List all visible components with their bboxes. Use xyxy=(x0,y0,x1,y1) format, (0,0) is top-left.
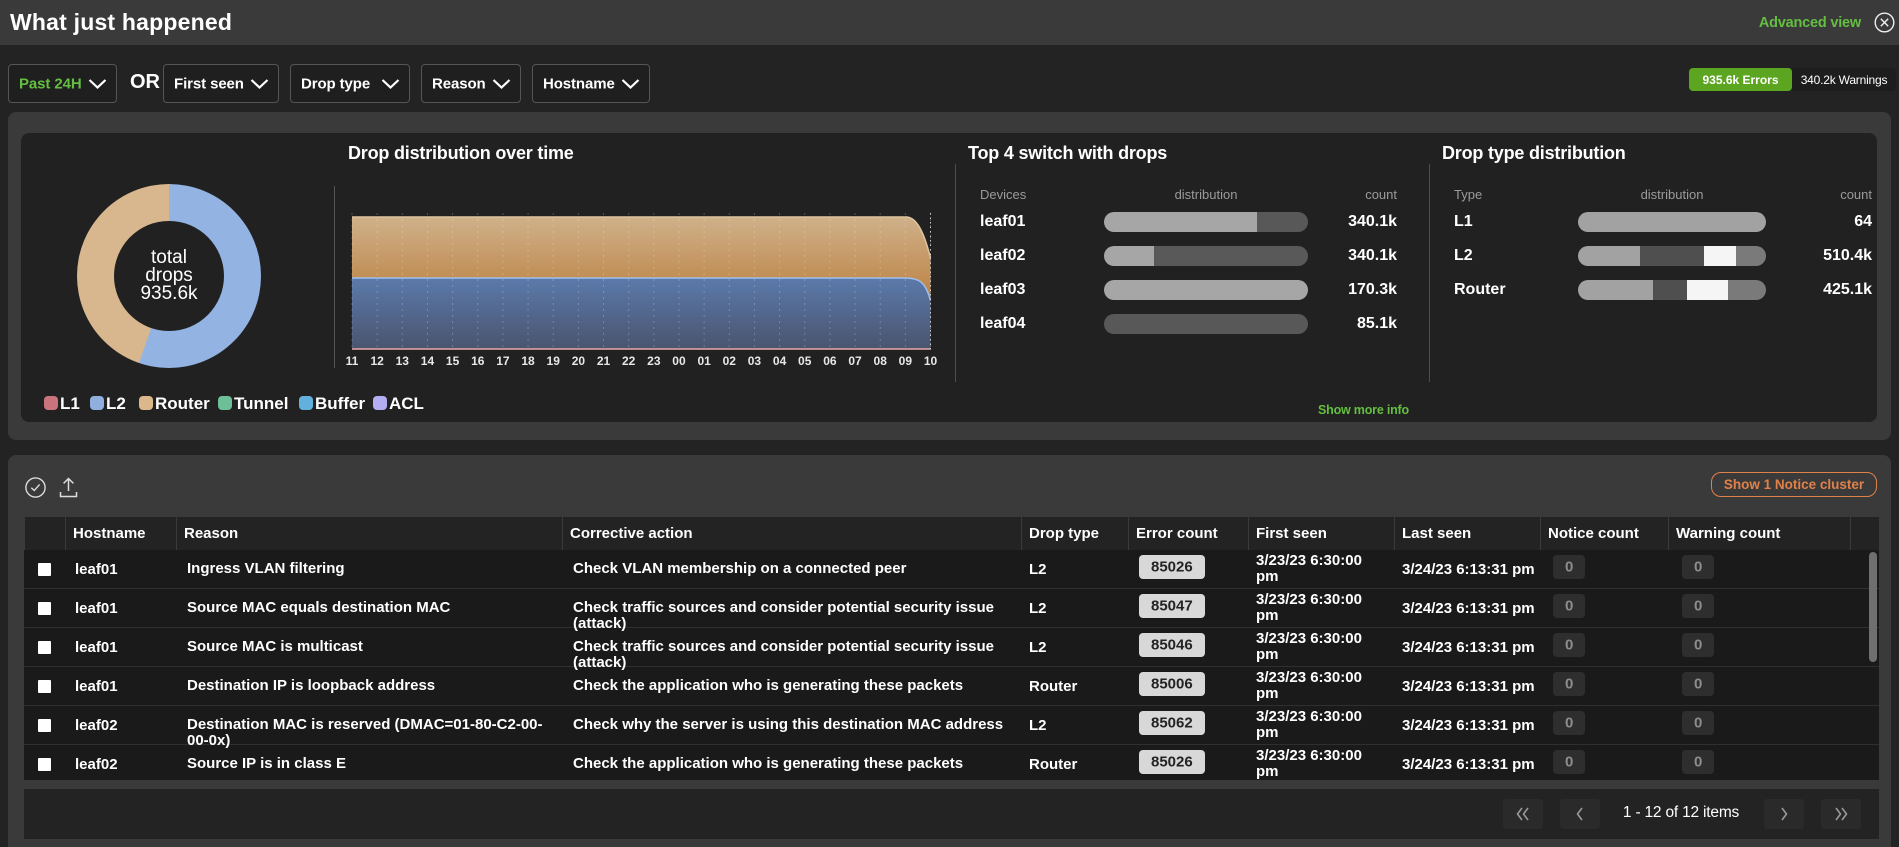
svg-text:19: 19 xyxy=(547,354,561,368)
svg-text:16: 16 xyxy=(471,354,485,368)
svg-text:12: 12 xyxy=(370,354,384,368)
svg-text:09: 09 xyxy=(899,354,913,368)
svg-text:15: 15 xyxy=(446,354,460,368)
svg-text:20: 20 xyxy=(572,354,586,368)
svg-text:04: 04 xyxy=(773,354,787,368)
svg-text:13: 13 xyxy=(396,354,410,368)
svg-text:23: 23 xyxy=(647,354,661,368)
svg-text:07: 07 xyxy=(848,354,862,368)
svg-text:06: 06 xyxy=(823,354,837,368)
svg-text:22: 22 xyxy=(622,354,636,368)
svg-text:10: 10 xyxy=(924,354,938,368)
svg-text:05: 05 xyxy=(798,354,812,368)
svg-text:02: 02 xyxy=(723,354,737,368)
svg-text:11: 11 xyxy=(346,354,359,368)
svg-text:00: 00 xyxy=(672,354,686,368)
svg-text:18: 18 xyxy=(521,354,535,368)
svg-text:08: 08 xyxy=(874,354,888,368)
svg-text:03: 03 xyxy=(748,354,762,368)
svg-text:21: 21 xyxy=(597,354,611,368)
svg-text:01: 01 xyxy=(697,354,711,368)
svg-text:17: 17 xyxy=(496,354,510,368)
svg-text:14: 14 xyxy=(421,354,435,368)
